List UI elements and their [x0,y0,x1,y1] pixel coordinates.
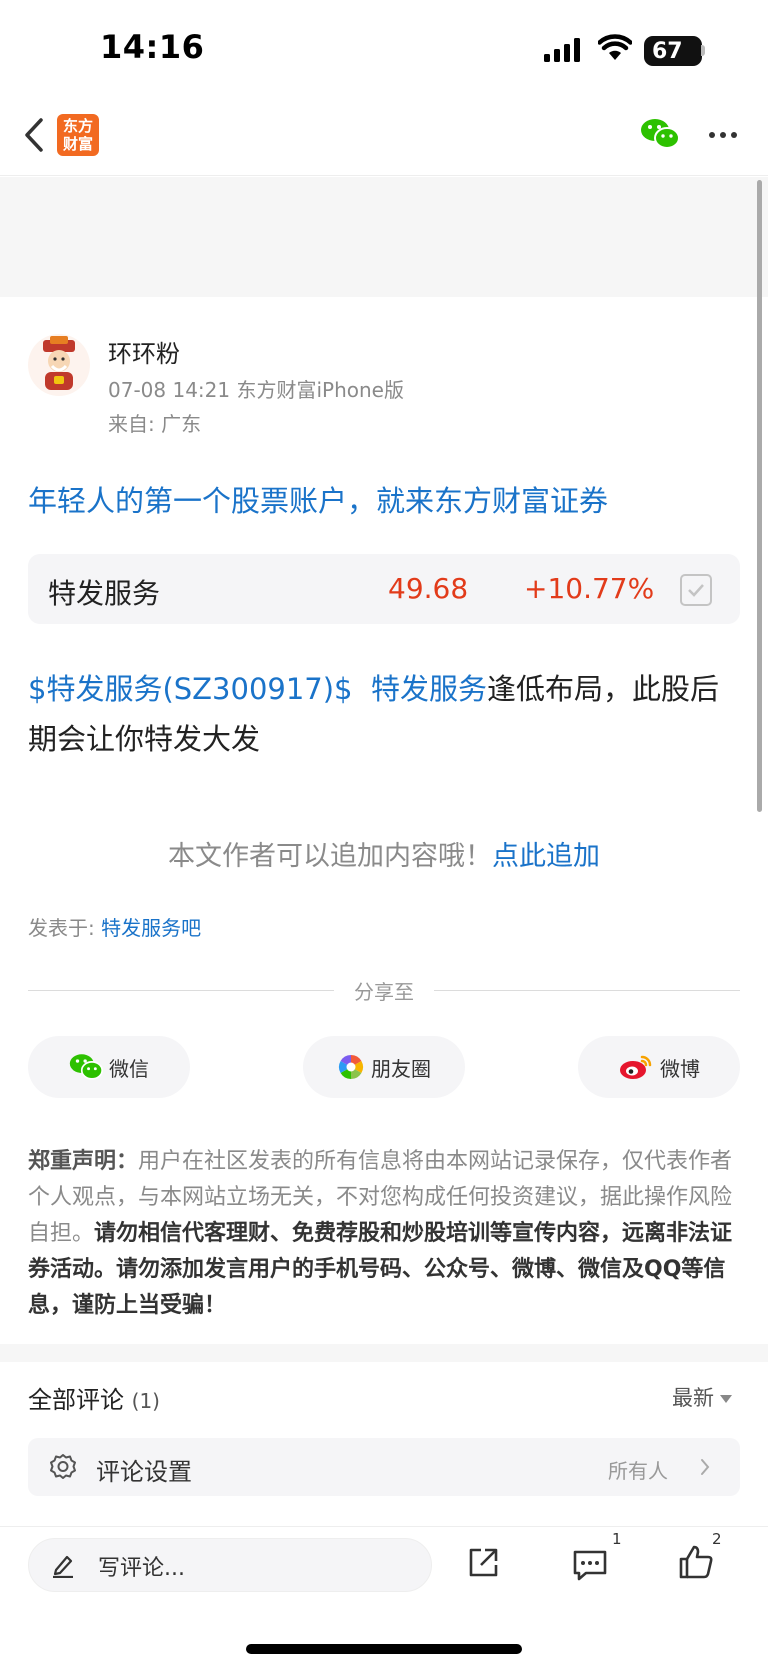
forum-source: 发表于: 特发服务吧 [28,912,201,941]
weibo-icon [620,1055,652,1079]
share-weibo-button[interactable]: 微博 [578,1036,740,1098]
share-weibo-label: 微博 [660,1056,700,1081]
chevron-right-icon [701,1459,710,1475]
comment-settings-label: 评论设置 [96,1458,192,1486]
stock-change: +10.77% [524,572,655,605]
share-moments-label: 朋友圈 [371,1056,431,1081]
comment-count-badge: 1 [612,1530,622,1548]
divider [434,990,740,991]
scrollbar[interactable] [757,180,762,812]
divider [28,990,334,991]
post-body: $特发服务(SZ300917)$ 特发服务逢低布局，此股后期会让你特发大发 [28,664,740,764]
status-time: 14:16 [100,28,205,66]
thumbs-up-icon[interactable] [678,1544,714,1580]
stock-name-link[interactable]: 特发服务 [371,672,487,706]
wechat-icon [69,1054,103,1080]
battery-icon: 67 [644,36,702,66]
append-link[interactable]: 点此追加 [492,841,600,872]
watchlist-checkbox[interactable] [680,574,712,606]
wechat-share-icon[interactable] [640,118,680,150]
pen-icon [53,1555,73,1578]
comment-icon[interactable] [572,1548,608,1582]
comments-count: (1) [131,1389,160,1413]
home-indicator [246,1644,522,1654]
share-wechat-label: 微信 [109,1056,149,1081]
wifi-icon [598,34,632,60]
share-title: 分享至 [354,980,414,1004]
avatar-image [43,336,75,390]
disclaimer: 郑重声明：用户在社区发表的所有信息将由本网站记录保存，仅代表作者个人观点，与本网… [28,1144,740,1324]
sort-label: 最新 [672,1386,714,1410]
share-moments-button[interactable]: 朋友圈 [303,1036,465,1098]
promo-link[interactable]: 年轻人的第一个股票账户，就来东方财富证券 [28,478,608,520]
stock-name: 特发服务 [48,577,161,610]
like-count-badge: 2 [712,1530,722,1548]
stock-price: 49.68 [388,572,469,605]
forum-label: 发表于: [28,916,102,940]
write-comment-placeholder: 写评论... [98,1556,185,1581]
comments-title: 全部评论 [28,1386,124,1414]
more-icon[interactable] [708,131,738,139]
write-comment-input[interactable] [28,1538,432,1592]
moments-icon [338,1055,364,1079]
banner-placeholder [0,177,768,297]
post-origin: 来自: 广东 [108,412,202,436]
check-icon [688,584,704,597]
battery-cap [701,45,705,56]
gear-icon [50,1454,76,1479]
stock-tag-link[interactable]: $特发服务(SZ300917)$ [28,672,353,706]
back-icon[interactable] [24,118,44,152]
comment-settings-value: 所有人 [608,1459,668,1483]
share-icon[interactable] [466,1546,500,1580]
caret-down-icon [720,1395,732,1403]
disclaimer-lead: 郑重声明： [28,1149,139,1174]
append-text: 本文作者可以追加内容哦！ [168,841,492,872]
forum-link[interactable]: 特发服务吧 [101,916,201,940]
disclaimer-warning: 请勿相信代客理财、免费荐股和炒股培训等宣传内容，远离非法证券活动。请勿添加发言用… [28,1221,733,1318]
share-wechat-button[interactable]: 微信 [28,1036,190,1098]
avatar[interactable] [28,334,90,396]
append-prompt: 本文作者可以追加内容哦！点此追加 [0,834,768,873]
logo-line-2: 财富 [62,135,93,153]
sort-dropdown[interactable]: 最新 [672,1382,732,1412]
logo-line-1: 东方 [62,117,93,135]
post-meta: 07-08 14:21 东方财富iPhone版 [108,378,404,402]
eastmoney-logo[interactable]: 东方 财富 [57,114,99,156]
signal-icon [544,38,580,62]
author-name[interactable]: 环环粉 [108,334,180,369]
section-divider [0,1344,768,1362]
comments-header: 全部评论 (1) [28,1380,160,1415]
